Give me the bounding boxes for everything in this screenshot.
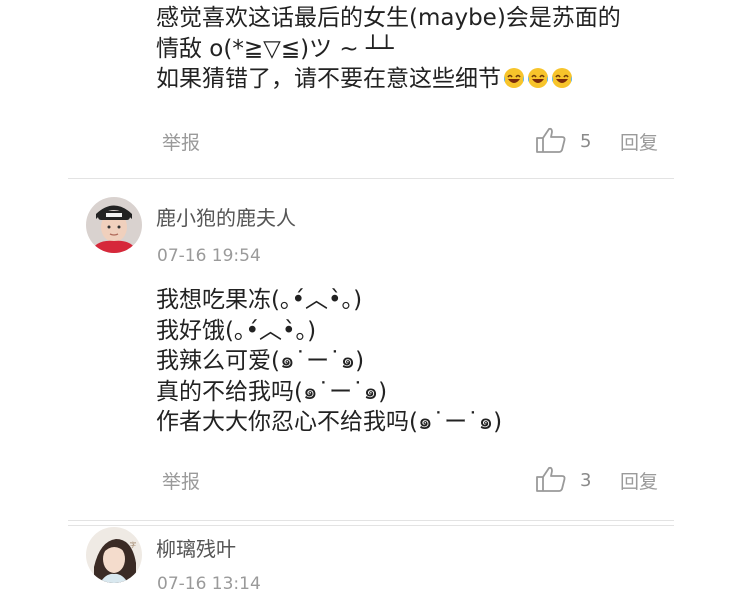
divider (68, 178, 674, 179)
comment-line: 感觉喜欢这话最后的女生(maybe)会是苏面的 (156, 5, 621, 31)
reply-button[interactable]: 回复 (620, 128, 658, 155)
avatar[interactable]: 字 (86, 527, 142, 583)
thumbs-up-icon[interactable] (535, 465, 567, 493)
avatar-image (86, 197, 142, 253)
comment-line: 作者大大你忍心不给我吗(๑˙ー˙๑) (156, 409, 503, 435)
laughing-with-tears-emoji (552, 68, 572, 88)
divider (68, 525, 674, 526)
like-count: 3 (580, 470, 592, 491)
avatar-image: 字 (86, 527, 142, 583)
username[interactable]: 柳璃残叶 (156, 533, 236, 562)
comment-line: 我好饿(｡•́︿•̀｡) (156, 317, 317, 344)
comment-line: 我辣么可爱(๑˙ー˙๑) (156, 348, 365, 374)
timestamp: 07-16 19:54 (157, 246, 261, 266)
comment-line: 真的不给我吗(๑˙ー˙๑) (156, 378, 388, 405)
comment-body: 感觉喜欢这话最后的女生(maybe)会是苏面的 情敌 o(*≧▽≦)ツ ~ ┴┴… (156, 3, 621, 95)
reply-button[interactable]: 回复 (620, 467, 658, 494)
divider (68, 520, 674, 521)
comment-line: 我想吃果冻(｡•́︿•̀｡) (156, 287, 363, 313)
laughing-with-tears-emoji (528, 68, 548, 88)
svg-text:字: 字 (130, 541, 136, 549)
username[interactable]: 鹿小狍的鹿夫人 (156, 202, 296, 231)
report-button[interactable]: 举报 (162, 467, 200, 494)
avatar[interactable] (86, 197, 142, 253)
like-count: 5 (580, 131, 592, 152)
comment-body: 我想吃果冻(｡•́︿•̀｡) 我好饿(｡•́︿•̀｡) 我辣么可爱(๑˙ー˙๑)… (156, 285, 502, 438)
thumbs-up-icon[interactable] (535, 126, 567, 154)
comment-line: 如果猜错了，请不要在意这些细节 (156, 64, 621, 95)
laughing-with-tears-emoji (504, 68, 524, 88)
comment-line: 情敌 o(*≧▽≦)ツ ~ ┴┴ (156, 35, 394, 62)
timestamp: 07-16 13:14 (157, 574, 261, 594)
report-button[interactable]: 举报 (162, 128, 200, 155)
